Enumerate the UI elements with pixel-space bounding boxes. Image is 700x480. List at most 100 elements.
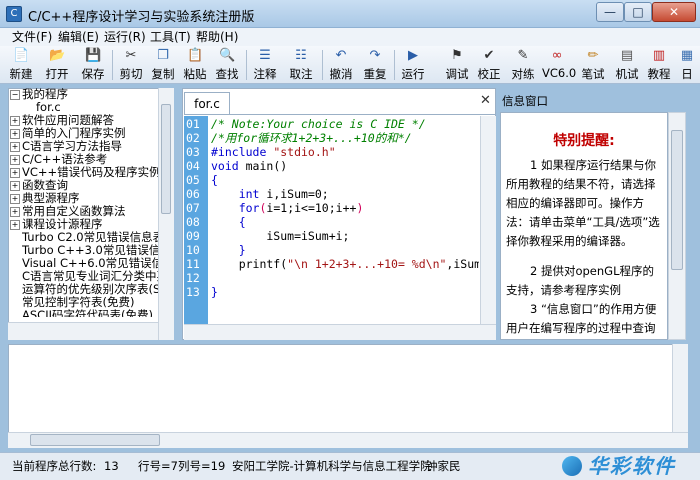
tree-hscroll[interactable] [8, 322, 158, 340]
tree-item[interactable]: Visual C++6.0常见错误信 [22, 257, 158, 270]
info-scroll-thumb[interactable] [671, 130, 683, 270]
uncomment-icon: ☷ [295, 48, 307, 63]
code-token: int [238, 187, 260, 201]
expand-icon[interactable]: + [10, 193, 20, 204]
expand-icon[interactable]: + [10, 154, 20, 165]
tree-scroll-thumb[interactable] [161, 104, 171, 214]
close-icon[interactable]: ✕ [480, 94, 492, 108]
collapse-icon[interactable]: − [10, 89, 20, 100]
expand-icon[interactable]: + [10, 141, 20, 152]
line-number: 03 [186, 145, 200, 159]
code-token: ,iSum [446, 257, 479, 271]
pen-icon: ✏ [587, 48, 599, 63]
code-token: { [211, 173, 218, 187]
vc6-button[interactable]: ∞ VC6.0 [542, 46, 576, 84]
code-line[interactable]: iSum=iSum+i; [211, 229, 479, 243]
app-icon: C [6, 6, 22, 22]
expand-icon[interactable]: + [10, 206, 20, 217]
tree-item[interactable]: 运算符的优先级别次序表(S [22, 283, 158, 296]
tree-item[interactable]: Turbo C2.0常见错误信息表 [22, 231, 158, 244]
practice-icon: ✎ [517, 48, 529, 63]
run-button[interactable]: ▶ 运行 [398, 46, 428, 84]
redo-button[interactable]: ↷ 重复 [360, 46, 390, 84]
toolbar-separator [112, 50, 113, 80]
tree-item[interactable]: C语言常见专业词汇分类中英 [22, 270, 158, 283]
menu-tools[interactable]: 工具(T) [146, 28, 195, 46]
cut-button[interactable]: ✂ 剪切 [116, 46, 146, 84]
comment-button[interactable]: ☰ 注释 [250, 46, 280, 84]
new-button[interactable]: 📄 新建 [6, 46, 36, 84]
line-number: 09 [186, 229, 200, 243]
editor-vscroll[interactable] [480, 116, 496, 324]
minimize-button[interactable]: — [596, 2, 624, 22]
code-token: ) [356, 201, 364, 215]
tree-item[interactable]: ASCII码字符代码表(免费) [22, 309, 158, 317]
find-button[interactable]: 🔍 查找 [212, 46, 242, 84]
column-indicator: 列号=19 [178, 459, 226, 473]
code-token: #include [211, 145, 274, 159]
undo-button[interactable]: ↶ 撤消 [326, 46, 356, 84]
copy-icon: ❐ [157, 48, 169, 63]
editor-hscroll[interactable] [184, 324, 496, 340]
code-token: } [211, 243, 246, 257]
menu-help[interactable]: 帮助(H) [192, 28, 242, 46]
paste-button[interactable]: 📋 粘贴 [180, 46, 210, 84]
maximize-button[interactable]: □ [624, 2, 652, 22]
code-line[interactable]: } [211, 243, 479, 257]
save-button[interactable]: 💾 保存 [78, 46, 108, 84]
output-vscroll[interactable] [672, 344, 688, 432]
code-line[interactable]: { [211, 173, 479, 187]
code-token: i=1;i<=10;i++ [266, 201, 357, 215]
tab-for-c[interactable]: for.c [184, 92, 230, 114]
tree-item[interactable]: Turbo C++3.0常见错误信息 [22, 244, 158, 257]
code-line[interactable]: /*用for循环求1+2+3+...+10的和*/ [211, 131, 479, 145]
toolbar-separator [394, 50, 395, 80]
code-token: { [211, 215, 246, 229]
code-line[interactable]: } [211, 285, 479, 299]
expand-icon[interactable]: + [10, 115, 20, 126]
expand-icon[interactable]: + [10, 219, 20, 230]
tutorial-button[interactable]: ▥ 教程 [644, 46, 674, 84]
menu-file[interactable]: 文件(F) [8, 28, 56, 46]
code-line[interactable]: printf("\n 1+2+3+...+10= %d\n",iSum [211, 257, 479, 271]
code-line[interactable]: void main() [211, 159, 479, 173]
expand-icon[interactable]: + [10, 180, 20, 191]
written-test-button[interactable]: ✏ 笔试 [578, 46, 608, 84]
check-button[interactable]: ✔ 校正 [474, 46, 504, 84]
debug-button[interactable]: ⚑ 调试 [442, 46, 472, 84]
code-line[interactable]: for(i=1;i<=10;i++) [211, 201, 479, 215]
menu-edit[interactable]: 编辑(E) [54, 28, 103, 46]
expand-icon[interactable]: + [10, 128, 20, 139]
code-line[interactable]: { [211, 215, 479, 229]
logo-icon [562, 456, 582, 476]
debug-icon: ⚑ [451, 48, 463, 63]
close-button[interactable]: ✕ [652, 2, 696, 22]
code-line[interactable] [211, 271, 479, 285]
tree-item[interactable]: + 课程设计源程序 [10, 218, 103, 231]
line-number: 07 [186, 201, 200, 215]
practice-button[interactable]: ✎ 对练 [508, 46, 538, 84]
code-line[interactable]: int i,iSum=0; [211, 187, 479, 201]
machine-test-button[interactable]: ▤ 机试 [612, 46, 642, 84]
copy-button[interactable]: ❐ 复制 [148, 46, 178, 84]
open-button[interactable]: 📂 打开 [42, 46, 72, 84]
menu-run[interactable]: 运行(R) [100, 28, 150, 46]
info-paragraph: 3 “信息窗口”的作用方便用户在编写程序的过程中查询语法、函数、控制字符 [506, 302, 657, 335]
code-line[interactable]: /* Note:Your choice is C IDE */ [211, 117, 479, 131]
code-token: void [211, 159, 239, 173]
menu-bar: 文件(F) 编辑(E) 运行(R) 工具(T) 帮助(H) [0, 28, 700, 46]
calendar-button[interactable]: ▦ 日 [676, 46, 698, 84]
paste-icon: 📋 [187, 48, 204, 63]
uncomment-button[interactable]: ☷ 取注 [286, 46, 316, 84]
run-icon: ▶ [408, 48, 418, 63]
expand-icon[interactable]: + [10, 167, 20, 178]
tree-item[interactable]: 常见控制字符表(免费) [22, 296, 158, 309]
code-token: "stdio.h" [273, 145, 336, 159]
toolbar-separator [246, 50, 247, 80]
code-line[interactable]: #include "stdio.h" [211, 145, 479, 159]
undo-icon: ↶ [335, 48, 347, 63]
info-window-header: 信息窗口 [502, 94, 548, 108]
output-scroll-thumb[interactable] [30, 434, 160, 446]
logo-text: 华彩软件 [588, 454, 676, 478]
